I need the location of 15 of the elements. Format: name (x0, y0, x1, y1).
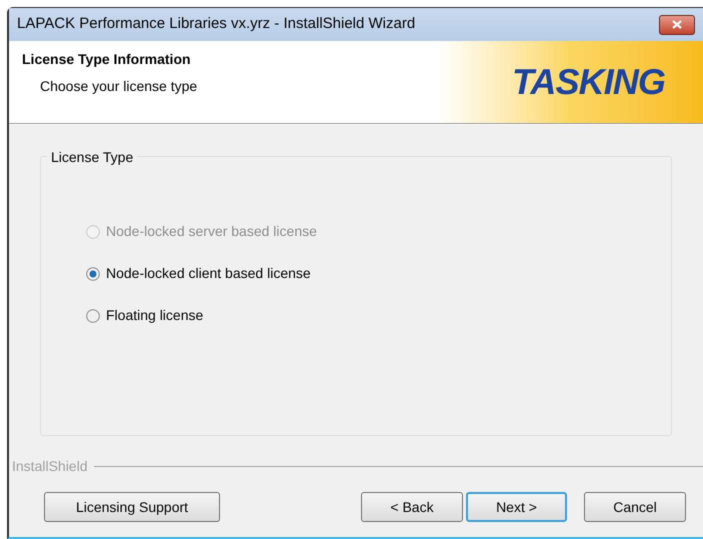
logo: TASKING (512, 60, 666, 104)
window-title: LAPACK Performance Libraries vx.yrz - InstallShield Wizard (17, 14, 416, 34)
brand-label: InstallShield (12, 457, 88, 476)
wizard-button[interactable]: Cancel (584, 492, 686, 522)
page-title: License Type Information (22, 50, 192, 69)
wizard-button[interactable]: < Back (361, 492, 463, 522)
radio-label[interactable]: Floating license (106, 305, 204, 326)
radio-button[interactable] (86, 266, 100, 280)
close-icon (672, 20, 682, 29)
close-button[interactable] (659, 14, 695, 34)
wizard-button[interactable]: Licensing Support (44, 492, 220, 522)
radio-button[interactable] (86, 308, 100, 322)
wizard-button[interactable]: Next > (466, 492, 567, 522)
radio-label[interactable]: Node-locked client based license (106, 263, 311, 284)
page-subtitle: Choose your license type (39, 77, 198, 96)
